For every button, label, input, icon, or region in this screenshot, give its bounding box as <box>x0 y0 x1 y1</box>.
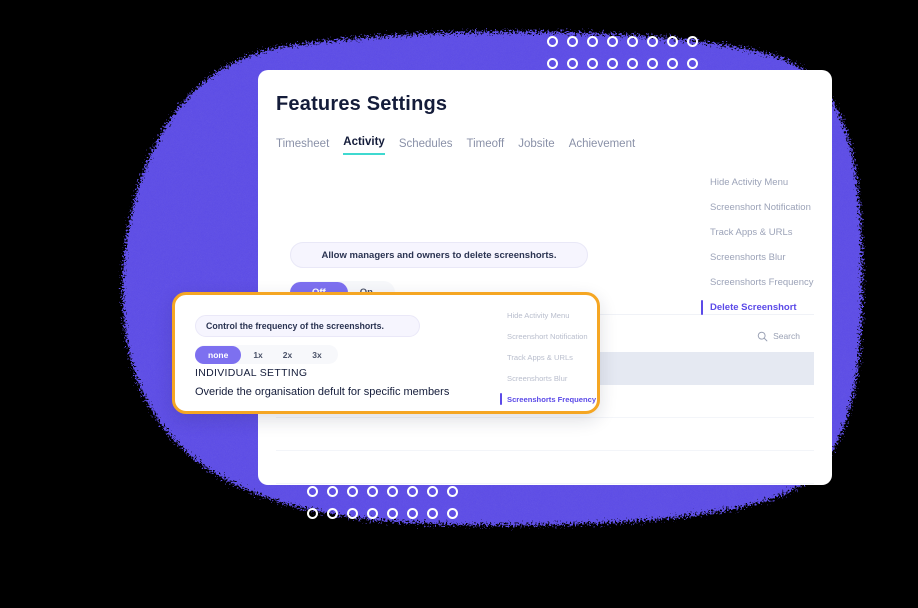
screenshot-stage: Features Settings Timesheet Activity Sch… <box>0 0 918 608</box>
dot <box>565 34 579 48</box>
tab-achievement[interactable]: Achievement <box>569 138 635 155</box>
dot <box>305 484 319 498</box>
tab-jobsite[interactable]: Jobsite <box>518 138 554 155</box>
dot <box>405 506 419 520</box>
dot <box>545 34 559 48</box>
dot <box>385 506 399 520</box>
tab-timesheet[interactable]: Timesheet <box>276 138 329 155</box>
sidebar-item-track-apps-urls[interactable]: Track Apps & URLs <box>710 220 830 245</box>
dot <box>585 34 599 48</box>
popup-side-menu: Hide Activity Menu Screenshort Notificat… <box>500 305 597 410</box>
frequency-chip-group[interactable]: none 1x 2x 3x <box>195 345 338 364</box>
dot <box>565 56 579 70</box>
dot <box>665 56 679 70</box>
dot <box>445 484 459 498</box>
dot <box>425 484 439 498</box>
table-row[interactable] <box>276 451 814 484</box>
dot <box>345 506 359 520</box>
global-setting-banner: Allow managers and owners to delete scre… <box>290 242 588 268</box>
tab-bar: Timesheet Activity Schedules Timeoff Job… <box>276 136 635 155</box>
table-row[interactable]: Shashikant Chauhan Off On <box>276 484 814 485</box>
dot <box>325 484 339 498</box>
popup-sidebar-item-screenshort-notification[interactable]: Screenshort Notification <box>507 326 597 347</box>
sidebar-item-screenshorts-frequency[interactable]: Screenshorts Frequency <box>710 270 830 295</box>
dot <box>605 34 619 48</box>
popup-sidebar-item-screenshorts-frequency[interactable]: Screenshorts Frequency <box>500 389 597 410</box>
dot <box>685 34 699 48</box>
search-icon <box>757 331 768 341</box>
popup-banner-text: Control the frequency of the screenshort… <box>195 315 420 337</box>
frequency-chip-1x[interactable]: 1x <box>245 346 270 364</box>
screenshot-frequency-popup: Control the frequency of the screenshort… <box>172 292 600 414</box>
dot <box>625 34 639 48</box>
dot <box>425 506 439 520</box>
dot <box>405 484 419 498</box>
sidebar-item-screenshorts-blur[interactable]: Screenshorts Blur <box>710 245 830 270</box>
popup-sidebar-item-hide-activity-menu[interactable]: Hide Activity Menu <box>507 305 597 326</box>
dot <box>325 506 339 520</box>
dot <box>365 484 379 498</box>
table-row[interactable] <box>276 418 814 451</box>
frequency-chip-3x[interactable]: 3x <box>304 346 329 364</box>
search-box[interactable]: Search <box>757 331 800 342</box>
dot <box>385 484 399 498</box>
sidebar-item-delete-screenshort[interactable]: Delete Screenshort <box>701 295 830 320</box>
dot <box>625 56 639 70</box>
tab-activity[interactable]: Activity <box>343 136 385 155</box>
page-title: Features Settings <box>276 93 448 115</box>
dot <box>585 56 599 70</box>
frequency-chip-none[interactable]: none <box>195 345 242 364</box>
popup-sidebar-item-screenshorts-blur[interactable]: Screenshorts Blur <box>507 368 597 389</box>
popup-description: Overide the organisation defult for spec… <box>195 386 450 398</box>
search-placeholder-label[interactable]: Search <box>773 331 800 341</box>
dot <box>305 506 319 520</box>
sidebar-item-screenshort-notification[interactable]: Screenshort Notification <box>710 195 830 220</box>
dot <box>345 484 359 498</box>
dot <box>665 34 679 48</box>
frequency-chip-2x[interactable]: 2x <box>275 346 300 364</box>
dot <box>645 34 659 48</box>
tab-timeoff[interactable]: Timeoff <box>467 138 505 155</box>
dot <box>445 506 459 520</box>
dot <box>365 506 379 520</box>
dot <box>545 56 559 70</box>
dot <box>605 56 619 70</box>
popup-sidebar-item-track-apps-urls[interactable]: Track Apps & URLs <box>507 347 597 368</box>
dot <box>645 56 659 70</box>
activity-settings-side-menu: Hide Activity Menu Screenshort Notificat… <box>701 170 830 320</box>
decorative-dots-bottom <box>305 484 465 528</box>
dot <box>685 56 699 70</box>
tab-schedules[interactable]: Schedules <box>399 138 453 155</box>
popup-subheading: INDIVIDUAL SETTING <box>195 367 308 379</box>
sidebar-item-hide-activity-menu[interactable]: Hide Activity Menu <box>710 170 830 195</box>
